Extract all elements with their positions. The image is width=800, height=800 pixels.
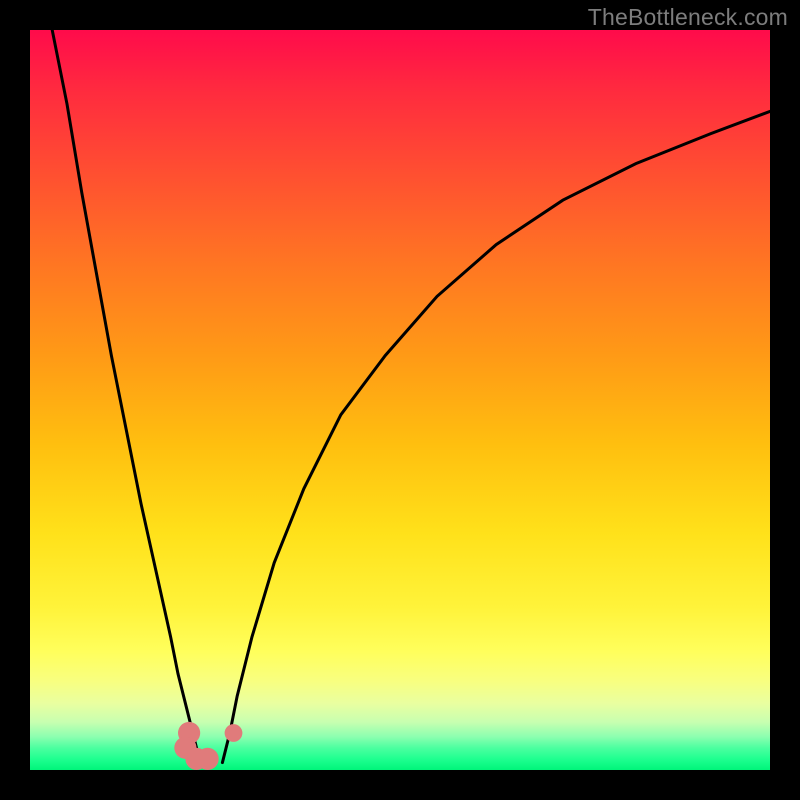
valley-cluster-l4 [197,748,219,770]
right-curve [222,111,770,762]
valley-dot-right [225,724,243,742]
curves-layer [30,30,770,770]
plot-area [30,30,770,770]
chart-frame: TheBottleneck.com [0,0,800,800]
valley-markers [174,722,242,770]
left-curve [52,30,200,763]
watermark-text: TheBottleneck.com [588,4,788,31]
